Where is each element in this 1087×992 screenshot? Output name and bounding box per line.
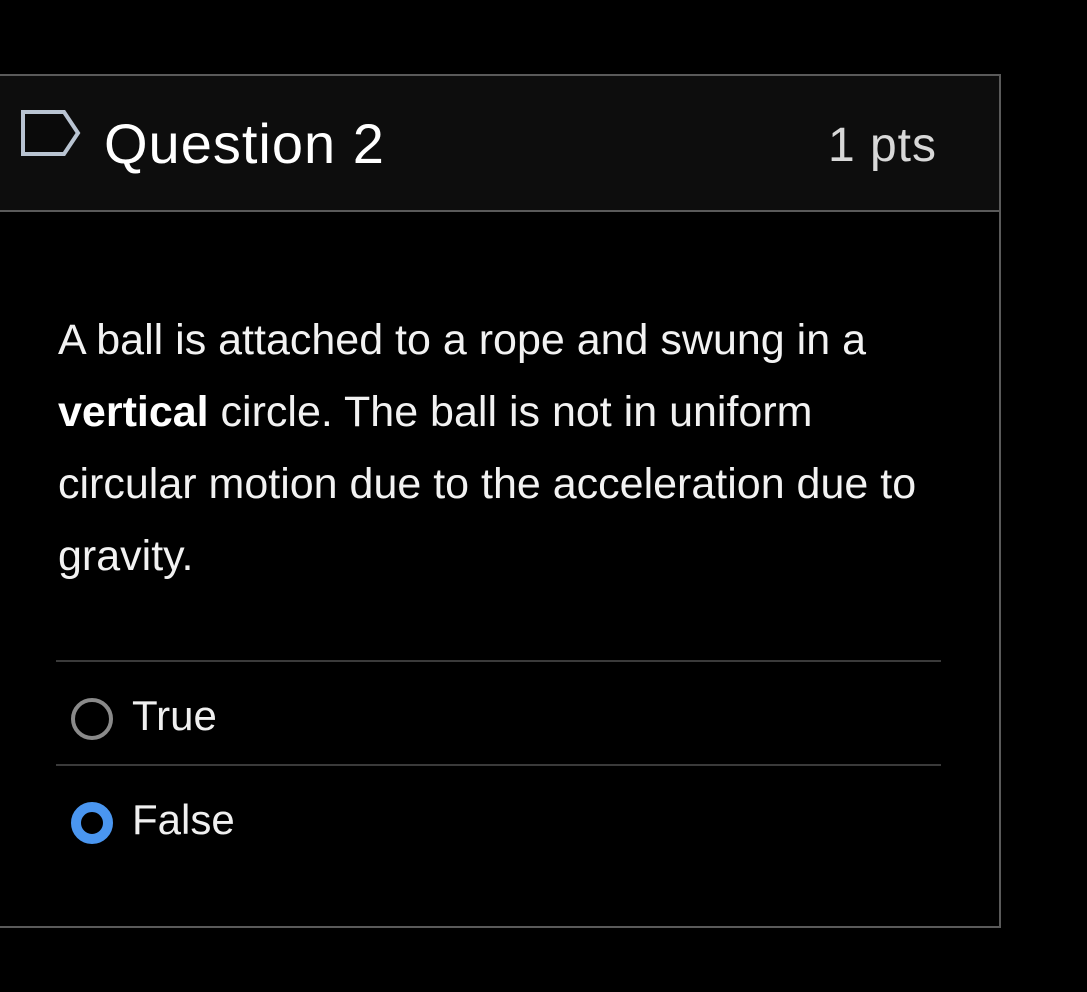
- answer-option-false[interactable]: False: [56, 764, 941, 868]
- question-card: Question 2 1 pts A ball is attached to a…: [0, 74, 1001, 928]
- answer-label[interactable]: True: [132, 690, 217, 742]
- radio-checked-icon[interactable]: [71, 802, 113, 844]
- question-text-part-1: A ball is attached to a rope and swung i…: [58, 316, 866, 364]
- question-header: Question 2 1 pts: [0, 76, 999, 212]
- flag-outline-icon[interactable]: [20, 109, 82, 157]
- question-text: A ball is attached to a rope and swung i…: [58, 304, 943, 592]
- question-title: Question 2: [104, 112, 385, 175]
- answer-list: True False: [56, 660, 941, 868]
- answer-label[interactable]: False: [132, 794, 235, 846]
- radio-unchecked-icon[interactable]: [71, 698, 113, 740]
- question-points: 1 pts: [827, 119, 937, 172]
- answer-option-true[interactable]: True: [56, 660, 941, 764]
- question-text-bold: vertical: [58, 388, 209, 436]
